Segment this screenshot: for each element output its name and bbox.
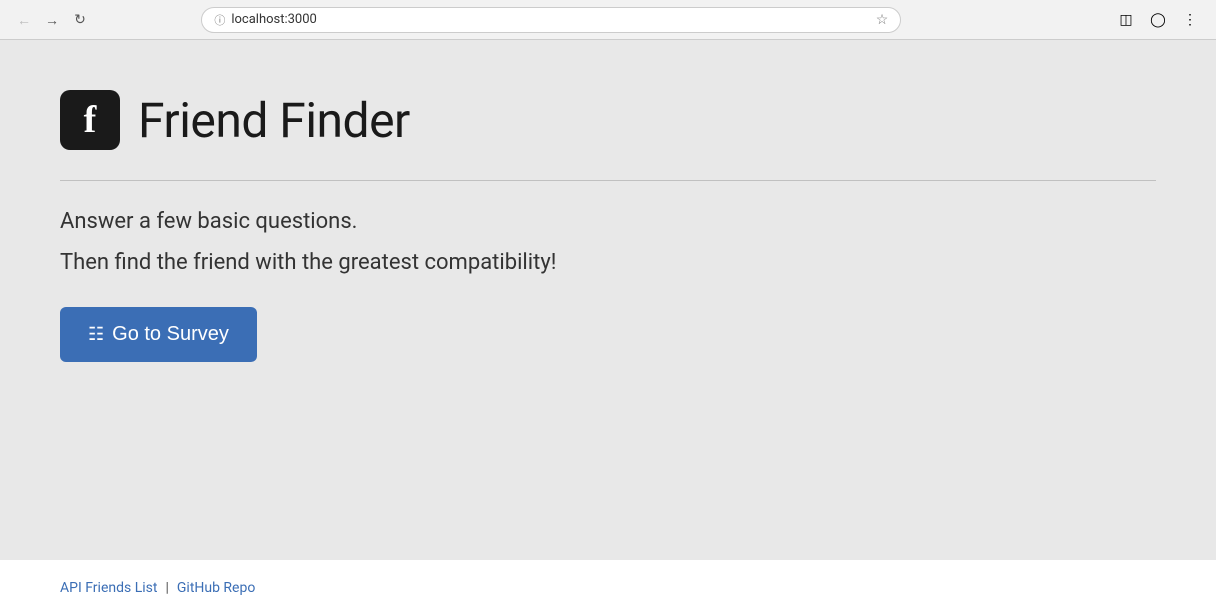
security-icon: ⓘ [214,12,225,28]
facebook-icon: f [60,90,120,150]
header-divider [60,180,1156,181]
extensions-icon[interactable]: ◫ [1112,6,1140,34]
reload-button[interactable]: ↻ [68,8,92,32]
app-title: Friend Finder [138,92,410,149]
main-content: f Friend Finder Answer a few basic quest… [0,40,1216,560]
go-to-survey-label: Go to Survey [112,323,229,346]
go-to-survey-button[interactable]: ☷ Go to Survey [60,307,257,362]
footer-separator: | [165,580,168,596]
bookmark-icon[interactable]: ☆ [876,12,889,28]
subtitle-line-2: Then find the friend with the greatest c… [60,250,1156,275]
nav-buttons: ← → ↻ [12,8,92,32]
survey-list-icon: ☷ [88,324,104,345]
address-bar[interactable]: ⓘ localhost:3000 ☆ [201,7,901,33]
footer: API Friends List | GitHub Repo [0,560,1216,616]
url-text: localhost:3000 [231,12,869,27]
api-friends-list-link[interactable]: API Friends List [60,580,157,596]
page-wrapper: f Friend Finder Answer a few basic quest… [0,40,1216,616]
profile-icon[interactable]: ◯ [1144,6,1172,34]
github-repo-link[interactable]: GitHub Repo [177,580,255,596]
browser-chrome: ← → ↻ ⓘ localhost:3000 ☆ ◫ ◯ ⋮ [0,0,1216,40]
app-header: f Friend Finder [60,90,1156,150]
subtitle-line-1: Answer a few basic questions. [60,209,1156,234]
menu-icon[interactable]: ⋮ [1176,6,1204,34]
back-button[interactable]: ← [12,8,36,32]
toolbar-right: ◫ ◯ ⋮ [1112,6,1204,34]
forward-button[interactable]: → [40,8,64,32]
